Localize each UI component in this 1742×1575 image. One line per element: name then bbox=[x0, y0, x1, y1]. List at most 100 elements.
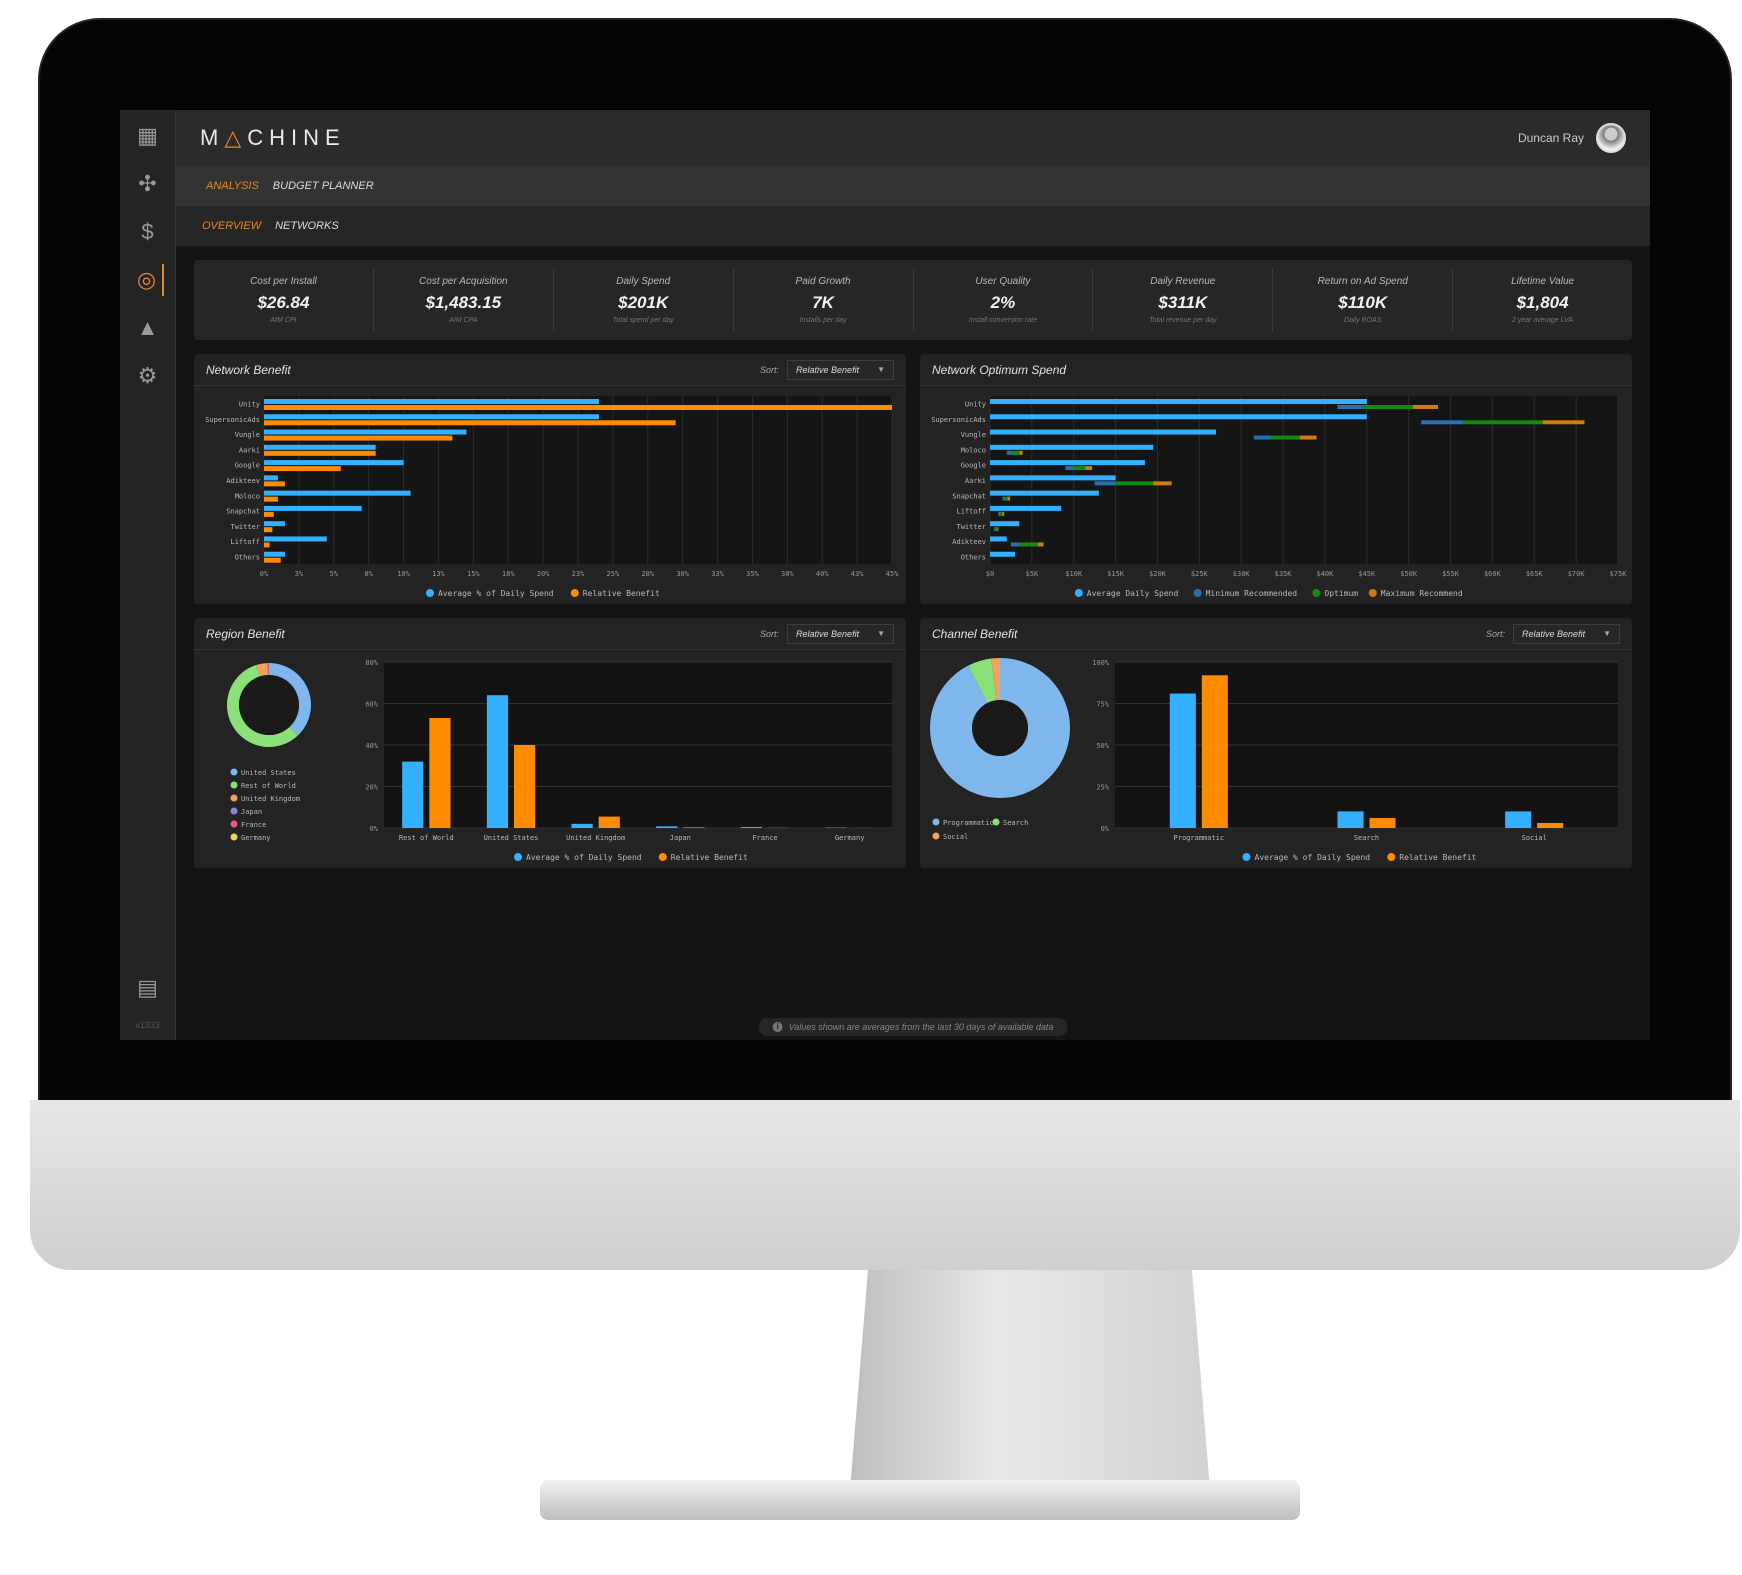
x-tick-label: United Kingdom bbox=[566, 834, 625, 842]
bar-minimum-recommended bbox=[1065, 466, 1074, 471]
info-icon: i bbox=[772, 1022, 783, 1032]
panel-header: Channel Benefit Sort: Relative Benefit ▼ bbox=[920, 618, 1632, 650]
panel-header: Region Benefit Sort: Relative Benefit ▼ bbox=[194, 618, 906, 650]
legend-marker bbox=[932, 818, 940, 826]
bar-average-daily-spend bbox=[990, 521, 1020, 527]
network-icon[interactable]: ✣ bbox=[132, 168, 164, 200]
nav-tab-networks[interactable]: Networks bbox=[275, 220, 339, 232]
chevron-down-icon: ▼ bbox=[1603, 628, 1611, 638]
bar-average-spend bbox=[264, 551, 285, 557]
x-tick-label: $5K bbox=[1026, 570, 1039, 578]
user-menu[interactable]: Duncan Ray bbox=[1518, 123, 1626, 153]
y-tick-label: Adikteev bbox=[226, 477, 260, 485]
bar-maximum-recommend bbox=[1037, 542, 1044, 547]
logo[interactable]: M△CHINE bbox=[200, 125, 346, 151]
bar-minimum-recommended bbox=[1010, 542, 1020, 547]
y-tick-label: 50% bbox=[1096, 742, 1109, 750]
x-tick-label: 40% bbox=[816, 570, 829, 578]
x-tick-label: Rest of World bbox=[399, 834, 454, 842]
x-tick-label: France bbox=[752, 834, 777, 842]
data-footnote: i Values shown are averages from the las… bbox=[758, 1018, 1068, 1036]
panel-title: Channel Benefit bbox=[932, 626, 1018, 641]
legend-label: Rest of World bbox=[241, 782, 296, 790]
growth-chart-icon[interactable]: ▲ bbox=[132, 312, 164, 344]
x-tick-label: 38% bbox=[781, 570, 794, 578]
building-icon[interactable]: ▤ bbox=[132, 972, 164, 1004]
nav-tab-analysis[interactable]: Analysis bbox=[206, 180, 259, 192]
y-tick-label: Twitter bbox=[956, 523, 986, 531]
region-benefit-chart: United States Rest of World United Kingdom… bbox=[226, 659, 892, 862]
legend-label: Optimum bbox=[1324, 589, 1358, 598]
target-icon[interactable]: ◎ bbox=[132, 264, 164, 296]
sort-value: Relative Benefit bbox=[796, 628, 860, 639]
x-tick-label: $30K bbox=[1233, 570, 1251, 578]
kpi-sub: Daily ROAS bbox=[1344, 317, 1382, 324]
y-tick-label: 60% bbox=[365, 701, 378, 709]
kpi-sub: Installs per day bbox=[799, 317, 847, 324]
x-tick-label: 10% bbox=[397, 570, 410, 578]
y-tick-label: 20% bbox=[365, 784, 378, 792]
sort-value: Relative Benefit bbox=[1522, 628, 1586, 639]
kpi-sub: Total revenue per day bbox=[1149, 317, 1217, 324]
bar-optimum bbox=[1362, 405, 1413, 409]
kpi-label: Daily Revenue bbox=[1150, 276, 1216, 287]
bar-relative-benefit bbox=[264, 466, 341, 472]
sort-dropdown[interactable]: Relative Benefit ▼ bbox=[787, 359, 894, 380]
kpi-sub: AIM CPI bbox=[270, 317, 297, 324]
bar-relative-benefit bbox=[264, 450, 376, 456]
kpi-card: User Quality 2% Install conversion rate bbox=[914, 268, 1094, 332]
chevron-down-icon: ▼ bbox=[877, 628, 885, 638]
legend-marker bbox=[230, 820, 238, 828]
bar-average-spend bbox=[740, 826, 762, 828]
donut-hole bbox=[239, 675, 299, 735]
bar-maximum-recommend bbox=[1299, 435, 1317, 440]
x-tick-label: Search bbox=[1354, 834, 1379, 842]
x-tick-label: 13% bbox=[432, 570, 445, 578]
x-tick-label: $65K bbox=[1526, 570, 1544, 578]
sort-label: Sort: bbox=[760, 628, 780, 639]
bar-average-spend bbox=[264, 460, 404, 466]
kpi-value: $311K bbox=[1158, 293, 1208, 312]
bar-optimum bbox=[1011, 450, 1020, 455]
legend-label: France bbox=[241, 821, 266, 829]
panel-body: United States Rest of World United Kingdom… bbox=[194, 650, 906, 868]
panel-title: Region Benefit bbox=[206, 626, 285, 641]
settings-icon[interactable]: ⚙ bbox=[132, 360, 164, 392]
legend-marker bbox=[230, 768, 238, 776]
y-tick-label: Google bbox=[235, 462, 260, 470]
legend-marker bbox=[658, 853, 667, 861]
x-tick-label: 30% bbox=[676, 570, 689, 578]
bar-relative-benefit bbox=[264, 435, 453, 441]
x-tick-label: Programmatic bbox=[1174, 834, 1225, 842]
x-tick-label: 23% bbox=[572, 570, 585, 578]
sort-dropdown[interactable]: Relative Benefit ▼ bbox=[1513, 623, 1620, 644]
dashboard-icon[interactable]: ▦ bbox=[132, 120, 164, 152]
y-tick-label: Unity bbox=[965, 401, 986, 409]
bar-average-spend bbox=[486, 695, 508, 828]
kpi-value: 2% bbox=[990, 293, 1016, 312]
sort-control: Sort: Relative Benefit ▼ bbox=[760, 623, 894, 644]
legend-label: Average % of Daily Spend bbox=[1255, 853, 1371, 862]
bar-maximum-recommend bbox=[997, 527, 999, 532]
panel-body: 0% 3% 5% 8% 10% 13% 15% 18% 20% 23% 25% 28% 30% 33% 35… bbox=[194, 386, 906, 604]
bar-average-daily-spend bbox=[990, 429, 1217, 435]
sort-dropdown[interactable]: Relative Benefit ▼ bbox=[787, 623, 894, 644]
bar-optimum bbox=[1000, 511, 1003, 516]
bar-minimum-recommended bbox=[1094, 481, 1116, 486]
nav-tab-overview[interactable]: Overview bbox=[202, 220, 261, 232]
money-bag-icon[interactable]: $ bbox=[132, 216, 164, 248]
y-tick-label: 75% bbox=[1096, 701, 1109, 709]
x-tick-label: $25K bbox=[1191, 570, 1209, 578]
secondary-nav: Overview Networks bbox=[176, 206, 1650, 246]
bar-optimum bbox=[1115, 481, 1154, 486]
x-tick-label: 20% bbox=[537, 570, 550, 578]
bar-average-daily-spend bbox=[990, 444, 1154, 450]
kpi-value: $1,804 bbox=[1516, 293, 1569, 312]
bar-relative-benefit bbox=[1369, 818, 1396, 828]
avatar[interactable] bbox=[1596, 123, 1626, 153]
bar-average-spend bbox=[571, 823, 593, 828]
bar-average-spend bbox=[264, 444, 376, 450]
nav-tab-budget-planner[interactable]: Budget Planner bbox=[273, 180, 374, 192]
y-tick-label: Twitter bbox=[230, 523, 260, 531]
bar-maximum-recommend bbox=[1007, 496, 1011, 501]
